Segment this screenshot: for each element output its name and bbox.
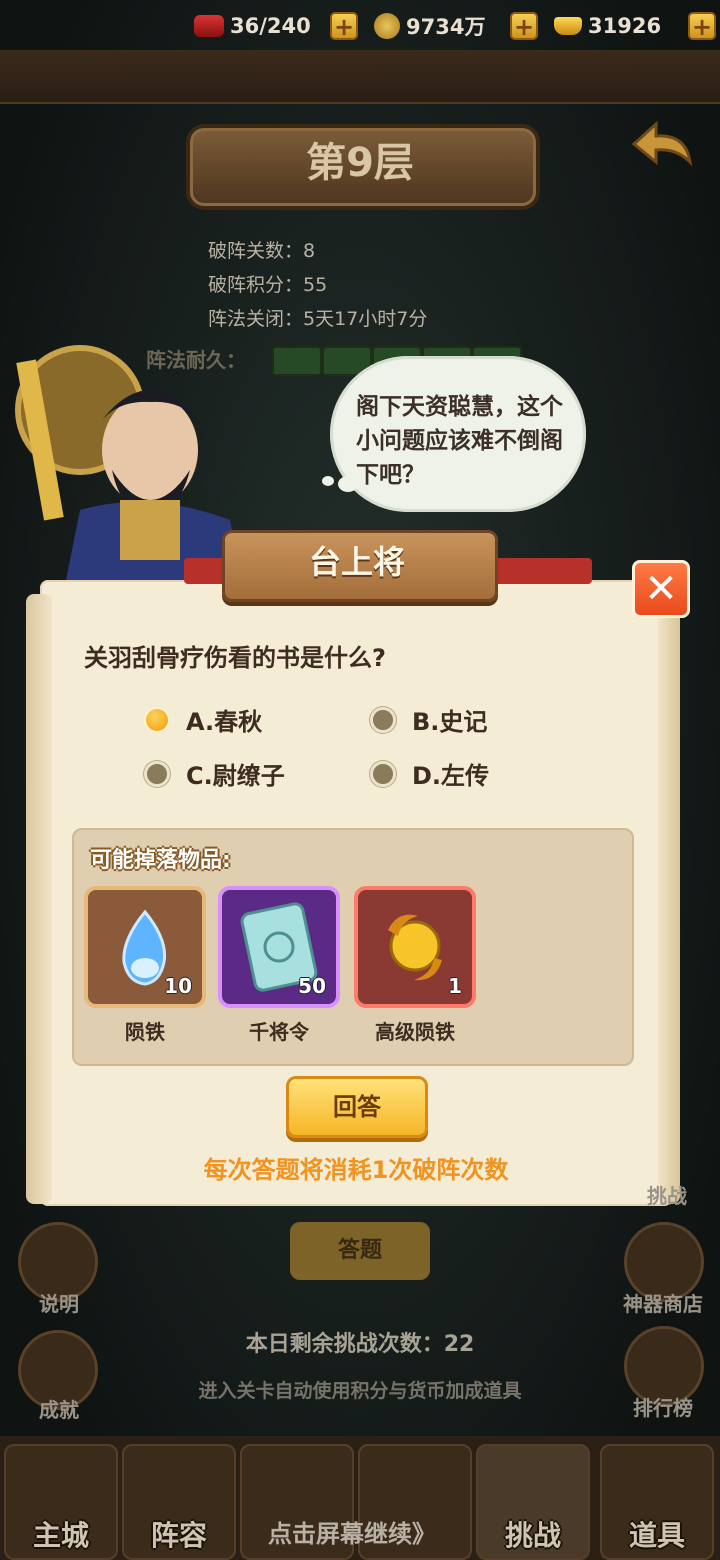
add-stamina-button[interactable]: + [330,12,358,40]
nav-label: 挑战 [504,1519,561,1552]
gold-ingot-icon [554,17,582,35]
scroll-edge-left [26,594,52,1204]
radio-unselected[interactable] [144,760,170,787]
quiz-entry-button[interactable]: 答题 [290,1222,430,1280]
quiz-question: 关羽刮骨疗伤看的书是什么? [84,644,386,672]
option-d[interactable]: D.左传 [370,756,489,791]
artifact-shop-label: 神器商店 [623,1292,703,1316]
resource-bar [0,50,720,104]
achievements-label: 成就 [39,1398,79,1422]
coins-display: 9734万 [374,8,485,44]
close-icon: ✕ [644,566,678,612]
drop-item-advanced-iron[interactable]: 1 [354,886,476,1008]
gold-display: 31926 [554,8,661,44]
answer-button[interactable]: 回答 [286,1076,428,1138]
drops-label: 可能掉落物品: [90,848,231,873]
drop-item-iron[interactable]: 10 [84,886,206,1008]
points-count: 破阵积分：55 [208,274,328,296]
cost-note: 每次答题将消耗1次破阵次数 [203,1156,509,1184]
leaderboard-label: 排行榜 [633,1396,693,1420]
option-c[interactable]: C.尉缭子 [144,756,285,791]
closing-time: 阵法关闭：5天17小时7分 [208,308,428,330]
stamina-icon [194,15,224,37]
drop-item-name: 千将令 [249,1020,309,1044]
bubble-tail [322,476,334,486]
drop-item-name: 陨铁 [125,1020,165,1044]
back-button[interactable] [626,116,696,176]
add-coins-button[interactable]: + [510,12,538,40]
cleared-count: 破阵关数：8 [208,240,316,262]
coin-icon [374,13,400,39]
scroll-edge-right [658,594,680,1204]
stamina-display: 36/240 [194,8,311,44]
back-arrow-icon [631,120,693,167]
radio-selected[interactable] [144,706,170,733]
option-a[interactable]: A.春秋 [144,702,262,737]
nav-label: 主城 [32,1519,89,1552]
floor-title: 第9层 [306,140,414,186]
info-label: 说明 [39,1292,79,1316]
close-button[interactable]: ✕ [632,560,690,618]
ribbon-right [482,558,592,584]
add-gold-button[interactable]: + [688,12,716,40]
option-b[interactable]: B.史记 [370,702,487,737]
drop-item-token[interactable]: 50 [218,886,340,1008]
bubble-text: 阁下天资聪慧，这个小问题应该难不倒阁下吧？ [356,394,563,488]
tap-to-continue[interactable]: 点击屏幕继续》 [268,1514,436,1549]
nav-label: 道具 [628,1519,685,1552]
drop-item-name: 高级陨铁 [375,1020,455,1044]
dialog-title: 台上将 [308,543,405,581]
challenge-label: 挑战 [647,1184,687,1208]
nav-label: 阵容 [150,1519,207,1552]
radio-unselected[interactable] [370,706,396,733]
radio-unselected[interactable] [370,760,396,787]
durability-cell [272,346,322,376]
bubble-tail [338,476,358,492]
remaining-attempts: 本日剩余挑战次数：22 [245,1332,475,1357]
